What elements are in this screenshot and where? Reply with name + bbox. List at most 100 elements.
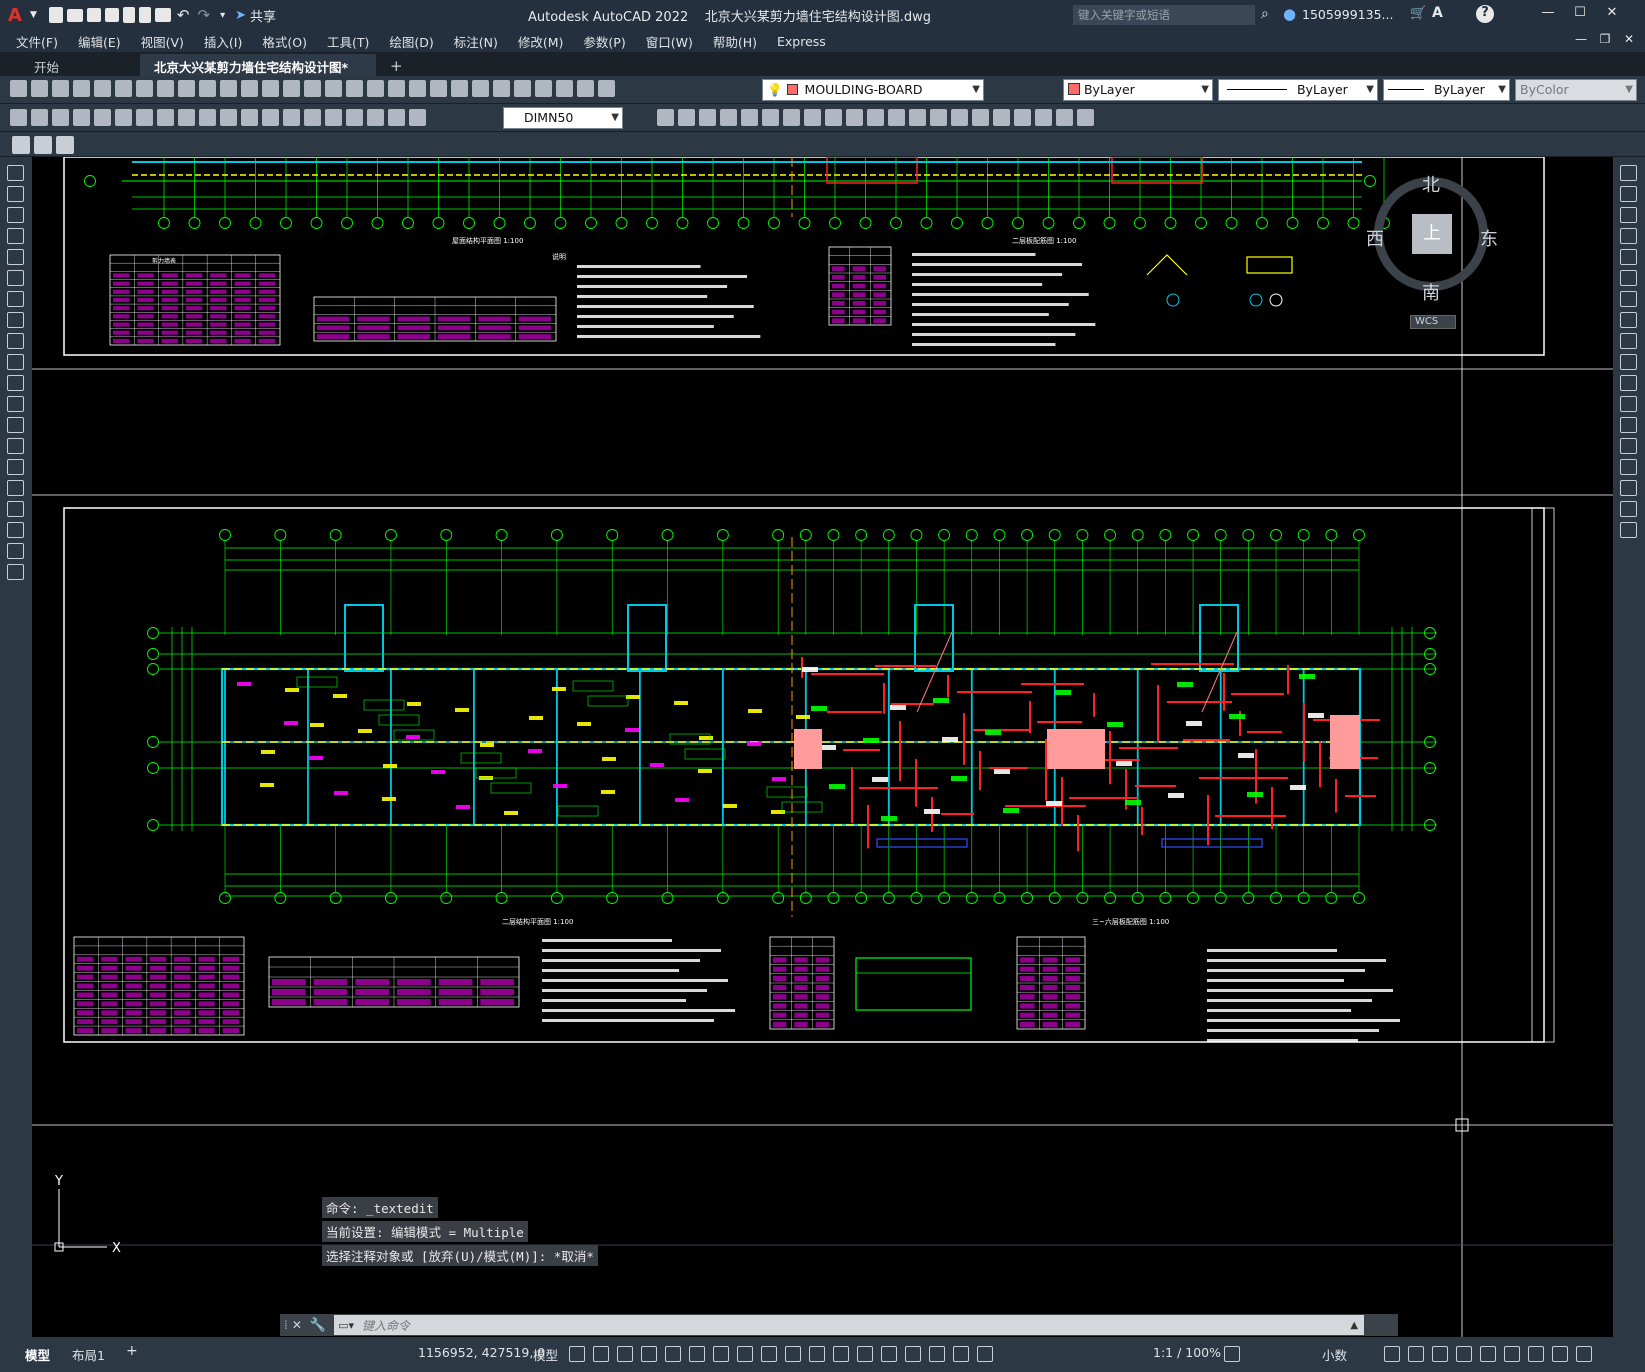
extend-icon[interactable] bbox=[1620, 375, 1637, 391]
continue-icon[interactable] bbox=[220, 109, 237, 126]
command-prompt-icon[interactable]: ▭▾ bbox=[338, 1319, 354, 1332]
chamfer-icon[interactable] bbox=[1620, 459, 1637, 475]
tool-palettes-icon[interactable] bbox=[409, 80, 426, 97]
polyline-icon[interactable] bbox=[7, 207, 24, 223]
command-input[interactable]: 键入命令 bbox=[362, 1317, 410, 1334]
angular-icon[interactable] bbox=[157, 109, 174, 126]
pan-icon[interactable] bbox=[283, 80, 300, 97]
construction-line-icon[interactable] bbox=[7, 186, 24, 202]
move-icon[interactable] bbox=[1620, 270, 1637, 286]
gizmo-icon[interactable] bbox=[929, 1346, 945, 1362]
units-icon[interactable] bbox=[1432, 1346, 1448, 1362]
layer-match-icon[interactable] bbox=[783, 109, 800, 126]
break-icon[interactable] bbox=[1620, 417, 1637, 433]
hatch-icon[interactable] bbox=[7, 459, 24, 475]
3d-osnap-icon[interactable] bbox=[857, 1346, 873, 1362]
layer-current-icon[interactable] bbox=[804, 109, 821, 126]
menu-view[interactable]: 视图(V) bbox=[131, 32, 194, 51]
scale-text-icon[interactable] bbox=[951, 109, 968, 126]
revision-cloud-icon[interactable] bbox=[7, 312, 24, 328]
array-icon[interactable] bbox=[1620, 249, 1637, 265]
properties-icon[interactable] bbox=[367, 80, 384, 97]
menu-edit[interactable]: 编辑(E) bbox=[68, 32, 131, 51]
linear-dim-icon[interactable] bbox=[10, 109, 27, 126]
coordinates-readout[interactable]: 1156952, 427519, 0 bbox=[418, 1345, 545, 1360]
infer-icon[interactable] bbox=[617, 1346, 633, 1362]
menu-insert[interactable]: 插入(I) bbox=[194, 32, 252, 51]
add-layout-button[interactable]: + bbox=[126, 1343, 138, 1359]
markup-icon[interactable] bbox=[451, 80, 468, 97]
isodraft-icon[interactable] bbox=[713, 1346, 729, 1362]
minimize-icon[interactable]: — bbox=[1532, 5, 1564, 20]
viewcube-south[interactable]: 南 bbox=[1422, 279, 1440, 305]
menu-tools[interactable]: 工具(T) bbox=[317, 32, 379, 51]
design-center-icon[interactable] bbox=[388, 80, 405, 97]
menu-dimension[interactable]: 标注(N) bbox=[444, 32, 508, 51]
arc-length-icon[interactable] bbox=[52, 109, 69, 126]
search-box[interactable]: 键入关键字或短语 bbox=[1073, 5, 1255, 25]
circle-icon[interactable] bbox=[7, 291, 24, 307]
trim-icon[interactable] bbox=[1620, 354, 1637, 370]
save-icon[interactable] bbox=[52, 80, 69, 97]
match-properties-icon[interactable] bbox=[199, 80, 216, 97]
cut-icon[interactable] bbox=[136, 80, 153, 97]
layer-off-icon[interactable] bbox=[720, 109, 737, 126]
viewcube-west[interactable]: 西 bbox=[1366, 225, 1384, 251]
rectangle-icon[interactable] bbox=[7, 249, 24, 265]
quick-dim-icon[interactable] bbox=[178, 109, 195, 126]
match-style-icon[interactable] bbox=[657, 109, 674, 126]
grid-icon[interactable] bbox=[569, 1346, 585, 1362]
command-customize-icon[interactable]: 🔧 bbox=[310, 1318, 326, 1333]
menu-help[interactable]: 帮助(H) bbox=[703, 32, 767, 51]
menu-draw[interactable]: 绘图(D) bbox=[379, 32, 443, 51]
undo-icon[interactable]: ↶ bbox=[177, 6, 190, 24]
doc-minimize-icon[interactable]: — bbox=[1569, 32, 1593, 46]
layer-iso-icon[interactable] bbox=[678, 109, 695, 126]
menu-modify[interactable]: 修改(M) bbox=[508, 32, 574, 51]
selection-cycling-icon[interactable] bbox=[833, 1346, 849, 1362]
point-icon[interactable] bbox=[7, 438, 24, 454]
diameter-icon[interactable] bbox=[136, 109, 153, 126]
doc-restore-icon[interactable]: ❐ bbox=[1593, 32, 1617, 46]
explode-icon[interactable] bbox=[1620, 522, 1637, 538]
layer-on-icon[interactable]: 💡 bbox=[767, 82, 783, 97]
cart-icon[interactable]: 🛒 bbox=[1410, 6, 1426, 21]
jogged-icon[interactable] bbox=[115, 109, 132, 126]
lock-icon[interactable] bbox=[598, 80, 615, 97]
object-snap-icon[interactable] bbox=[761, 1346, 777, 1362]
polar-icon[interactable] bbox=[689, 1346, 705, 1362]
layer-walk-icon[interactable] bbox=[762, 109, 779, 126]
layer-merge-icon[interactable] bbox=[846, 109, 863, 126]
customize-icon[interactable] bbox=[1576, 1346, 1592, 1362]
offset-icon[interactable] bbox=[1620, 228, 1637, 244]
multiline-text-icon[interactable] bbox=[7, 543, 24, 559]
autocad-logo[interactable]: A bbox=[8, 5, 30, 26]
redo-icon[interactable] bbox=[262, 80, 279, 97]
center-mark-icon[interactable] bbox=[304, 109, 321, 126]
share-button[interactable]: 共享 bbox=[250, 6, 276, 25]
clip-icon[interactable] bbox=[1077, 109, 1094, 126]
object-snap-tracking-icon[interactable] bbox=[737, 1346, 753, 1362]
spell-icon[interactable] bbox=[1035, 109, 1052, 126]
workspace-icon[interactable] bbox=[1384, 1346, 1400, 1362]
user-icon[interactable]: ● bbox=[1283, 5, 1296, 23]
tab-layout1[interactable]: 布局1 bbox=[72, 1345, 105, 1364]
table-style-icon[interactable] bbox=[56, 136, 74, 154]
isolate-objects-icon[interactable] bbox=[1504, 1346, 1520, 1362]
quick-access-dropdown-icon[interactable]: ▾ bbox=[220, 10, 225, 21]
copy-icon[interactable] bbox=[157, 80, 174, 97]
tab-start[interactable]: 开始 bbox=[20, 54, 140, 76]
make-block-icon[interactable] bbox=[7, 417, 24, 433]
space-icon[interactable] bbox=[241, 109, 258, 126]
web-mobile-icon[interactable] bbox=[122, 7, 135, 23]
layer-lock-icon[interactable] bbox=[888, 109, 905, 126]
close-icon[interactable]: ✕ bbox=[1596, 5, 1628, 20]
layer-previous-icon[interactable] bbox=[556, 80, 573, 97]
inspect-icon[interactable] bbox=[325, 109, 342, 126]
doc-close-icon[interactable]: ✕ bbox=[1617, 32, 1641, 46]
lineweight-icon[interactable] bbox=[785, 1346, 801, 1362]
add-selected-icon[interactable] bbox=[7, 564, 24, 580]
undo-icon[interactable] bbox=[241, 80, 258, 97]
new-file-icon[interactable] bbox=[48, 7, 63, 23]
linetype-dropdown[interactable]: ByLayer ▼ bbox=[1218, 79, 1378, 101]
